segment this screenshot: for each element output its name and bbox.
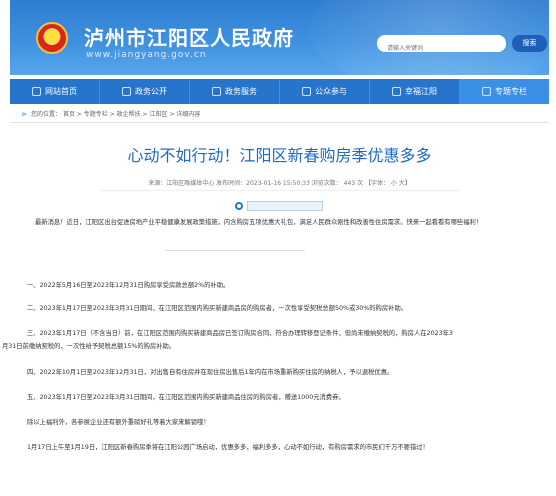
site-url: www.jiangyang.gov.cn (86, 50, 207, 60)
nav-item-participation[interactable]: 公众参与 (280, 79, 370, 104)
article-title: 心动不如行动！江阳区新春购房季优惠多多 (127, 146, 432, 165)
nav-label: 政务服务 (225, 87, 257, 96)
media-player[interactable] (235, 201, 323, 211)
divider (165, 250, 305, 251)
nav-label: 公众参与 (315, 87, 347, 96)
chat-icon (302, 87, 311, 96)
article-paragraph: 除以上福利外，各参展企业还有额外重磅好礼等着大家来解锁哦！ (27, 419, 210, 426)
article-paragraph: 二、2023年1月17日至2023年3月31日期间，在江阳区范围内购买新建商品房… (27, 305, 408, 312)
site-title[interactable]: 泸州市江阳区人民政府 (84, 22, 294, 51)
home-icon (32, 87, 41, 96)
nav-label: 网站首页 (45, 87, 77, 96)
service-icon (212, 87, 221, 96)
article-paragraph: 三、2023年1月17日（不含当日）前，在江阳区范围内购买新建商品房已签订购房合… (27, 330, 453, 337)
page-shell: ★ 泸州市江阳区人民政府 www.jiangyang.gov.cn 搜索 网站首… (10, 0, 549, 252)
location-icon: ⊳ (22, 111, 28, 118)
national-emblem-icon: ★ (36, 22, 68, 54)
nav-label: 幸福江阳 (405, 87, 437, 96)
nav-item-services[interactable]: 政务服务 (190, 79, 280, 104)
article-paragraph: 四、2022年10月1日至2023年12月31日，对出售自有住房并在现住房出售后… (27, 369, 394, 376)
search-button[interactable]: 搜索 (512, 35, 547, 52)
article-paragraph: 五、2023年1月17日至2023年3月31日期间，在江阳区范围内购买新建商品住… (27, 394, 345, 401)
divider (100, 190, 460, 191)
breadcrumb-text[interactable]: 您的位置： 首页 > 专题专栏 > 政企帮扶 > 江阳区 > 详细内容 (31, 111, 200, 118)
breadcrumb: ⊳ 您的位置： 首页 > 专题专栏 > 政企帮扶 > 江阳区 > 详细内容 (22, 109, 200, 118)
search-input[interactable] (377, 40, 506, 57)
nav-label: 政务公开 (135, 87, 167, 96)
nav-item-happy-jiangyang[interactable]: 幸福江阳 (370, 79, 460, 104)
document-icon (122, 87, 131, 96)
heart-icon (392, 87, 401, 96)
search-box[interactable] (377, 35, 506, 57)
nav-item-special-topics[interactable]: 专题专栏 (460, 79, 549, 104)
main-nav: 网站首页 政务公开 政务服务 公众参与 幸福江阳 专题专栏 (10, 79, 549, 104)
site-header: ★ 泸州市江阳区人民政府 www.jiangyang.gov.cn 搜索 (10, 0, 549, 75)
nav-item-home[interactable]: 网站首页 (10, 79, 100, 104)
progress-bar[interactable] (247, 201, 323, 211)
divider (10, 122, 549, 123)
play-icon[interactable] (235, 202, 243, 210)
nav-item-government-affairs[interactable]: 政务公开 (100, 79, 190, 104)
article-paragraph: 月31日前缴纳契税的，一次性给予契税总额15%的购房补助。 (2, 343, 176, 350)
article-paragraph: 一、2022年5月16日至2023年12月31日购房享受房款总额2%的补助。 (27, 282, 230, 289)
article-paragraph: 1月17日上午至1月19日，江阳区新春购房季将在江阳公园广场启动，优惠多多，福利… (27, 444, 429, 451)
article-meta: 来源：江阳区融媒体中心 发布时间：2023-01-16 15:50:33 浏览次… (148, 180, 411, 187)
article-intro: 最新消息！近日，江阳区出台促进房地产业平稳健康发展政策措施，内含购房五项优惠大礼… (35, 219, 483, 226)
nav-label: 专题专栏 (495, 87, 527, 96)
folder-icon (482, 87, 491, 96)
